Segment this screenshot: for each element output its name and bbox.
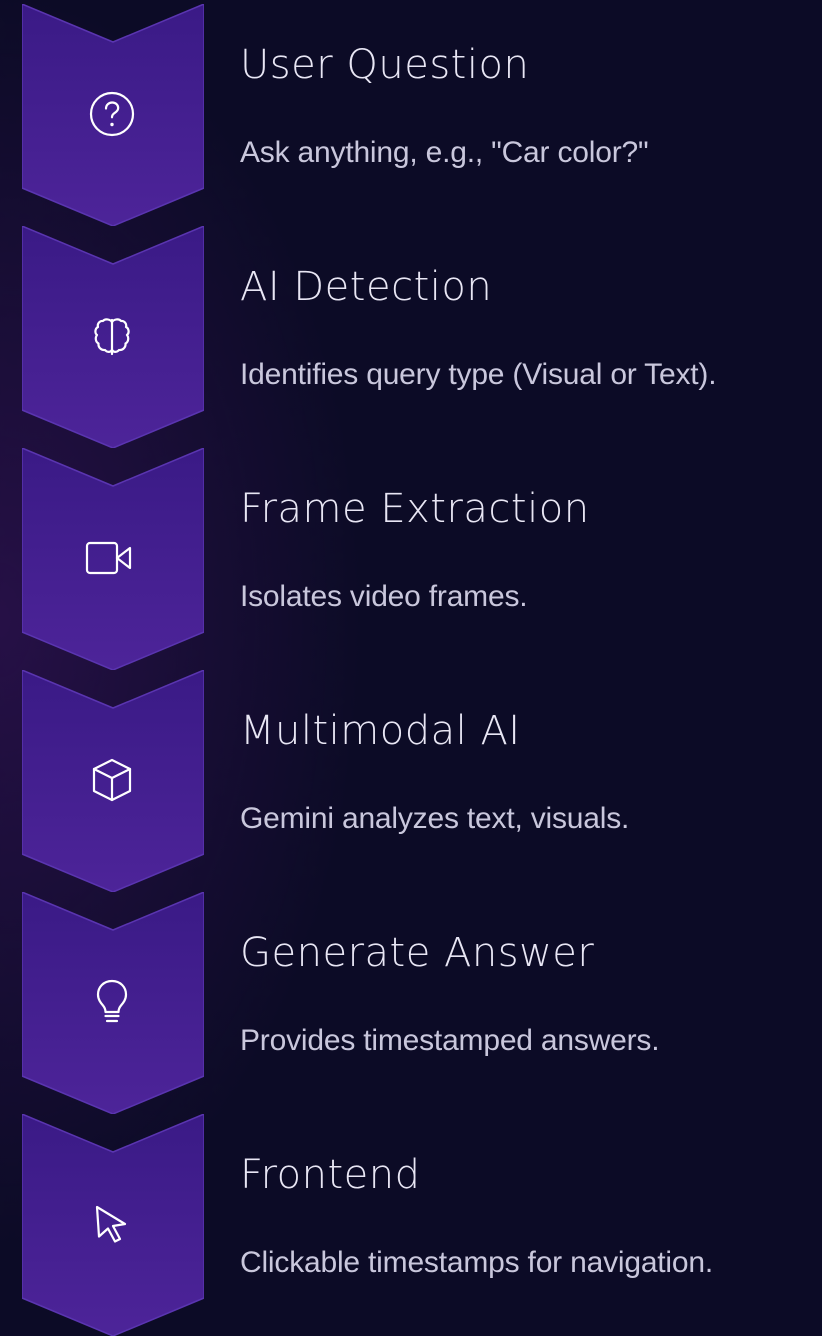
- step-generate-answer: Generate Answer Provides timestamped ans…: [0, 888, 822, 1114]
- cursor-arrow-icon: [84, 1198, 140, 1254]
- step-description: Identifies query type (Visual or Text).: [240, 358, 717, 391]
- step-description: Gemini analyzes text, visuals.: [240, 802, 630, 835]
- video-camera-icon: [84, 530, 140, 586]
- step-ai-detection: AI Detection Identifies query type (Visu…: [0, 222, 822, 448]
- step-user-question: User Question Ask anything, e.g., "Car c…: [0, 0, 822, 226]
- step-title: AI Detection: [240, 264, 493, 310]
- step-description: Clickable timestamps for navigation.: [240, 1246, 714, 1279]
- step-description: Ask anything, e.g., "Car color?": [240, 136, 649, 169]
- step-frontend: Frontend Clickable timestamps for naviga…: [0, 1110, 822, 1336]
- cube-icon: [84, 752, 140, 808]
- step-title: Generate Answer: [240, 930, 595, 976]
- step-frame-extraction: Frame Extraction Isolates video frames.: [0, 444, 822, 670]
- brain-icon: [84, 308, 140, 364]
- step-multimodal-ai: Multimodal AI Gemini analyzes text, visu…: [0, 666, 822, 892]
- step-description: Provides timestamped answers.: [240, 1024, 660, 1057]
- lightbulb-icon: [84, 974, 140, 1030]
- step-description: Isolates video frames.: [240, 580, 528, 613]
- step-title: Frontend: [240, 1152, 421, 1198]
- question-circle-icon: [84, 86, 140, 142]
- step-title: Multimodal AI: [240, 708, 521, 754]
- step-title: Frame Extraction: [240, 486, 590, 532]
- step-title: User Question: [240, 42, 530, 88]
